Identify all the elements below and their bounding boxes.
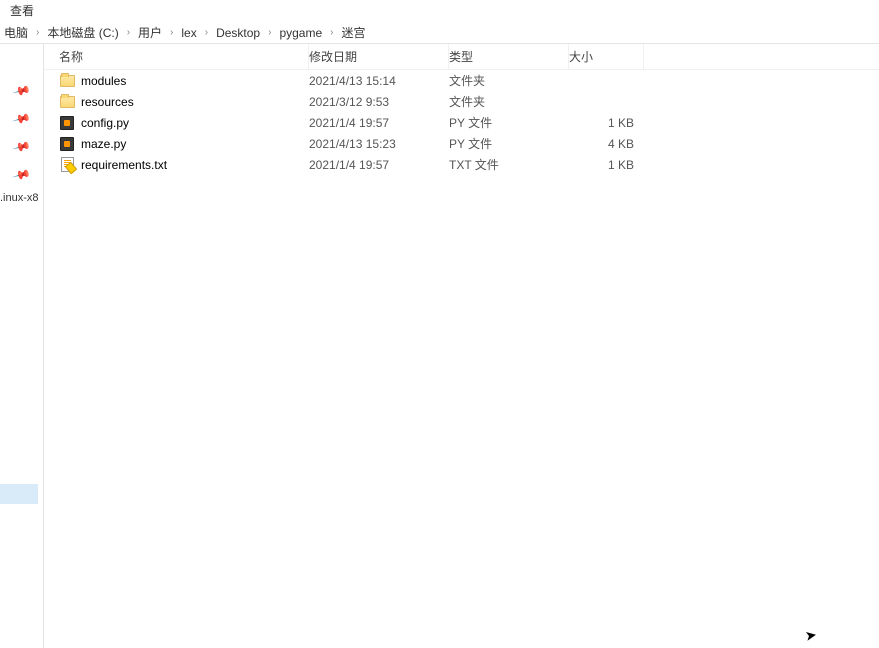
file-type: 文件夹	[449, 93, 569, 110]
python-file-icon	[59, 136, 75, 152]
pin-icon[interactable]: 📌	[12, 109, 32, 129]
pin-icon[interactable]: 📌	[12, 137, 32, 157]
chevron-right-icon[interactable]: ›	[166, 27, 177, 38]
breadcrumb-item[interactable]: lex	[177, 24, 200, 42]
breadcrumb-item[interactable]: 用户	[134, 22, 166, 43]
folder-icon	[59, 94, 75, 110]
chevron-right-icon[interactable]: ›	[326, 27, 337, 38]
chevron-right-icon[interactable]: ›	[32, 27, 43, 38]
file-row[interactable]: modules 2021/4/13 15:14 文件夹	[44, 70, 879, 91]
breadcrumb-item[interactable]: 电脑	[0, 22, 32, 43]
file-type: PY 文件	[449, 135, 569, 152]
file-type: 文件夹	[449, 72, 569, 89]
file-name: requirements.txt	[81, 158, 167, 172]
sidebar: 📌 📌 📌 📌 .inux-x8	[0, 44, 44, 648]
file-list: modules 2021/4/13 15:14 文件夹 resources 20…	[44, 70, 879, 648]
pin-icon[interactable]: 📌	[12, 81, 32, 101]
file-type: PY 文件	[449, 114, 569, 131]
file-date: 2021/4/13 15:23	[309, 137, 449, 151]
sidebar-item-truncated[interactable]: .inux-x8	[0, 192, 39, 204]
file-size: 4 KB	[569, 137, 644, 151]
file-name: config.py	[81, 116, 129, 130]
file-row[interactable]: resources 2021/3/12 9:53 文件夹	[44, 91, 879, 112]
chevron-right-icon[interactable]: ›	[201, 27, 212, 38]
file-date: 2021/1/4 19:57	[309, 116, 449, 130]
breadcrumb-item[interactable]: 本地磁盘 (C:)	[43, 22, 122, 43]
file-size: 1 KB	[569, 158, 644, 172]
file-row[interactable]: requirements.txt 2021/1/4 19:57 TXT 文件 1…	[44, 154, 879, 175]
column-header-name[interactable]: 名称	[44, 44, 309, 69]
file-name: modules	[81, 74, 126, 88]
python-file-icon	[59, 115, 75, 131]
file-date: 2021/1/4 19:57	[309, 158, 449, 172]
column-header-type[interactable]: 类型	[449, 44, 569, 69]
file-row[interactable]: config.py 2021/1/4 19:57 PY 文件 1 KB	[44, 112, 879, 133]
chevron-right-icon[interactable]: ›	[123, 27, 134, 38]
breadcrumb-item[interactable]: pygame	[275, 24, 326, 42]
main-area: 📌 📌 📌 📌 .inux-x8 名称 修改日期 类型 大小 modules 2…	[0, 44, 879, 648]
text-file-icon	[59, 157, 75, 173]
breadcrumb-item[interactable]: Desktop	[212, 24, 264, 42]
breadcrumb-item[interactable]: 迷宫	[338, 22, 370, 43]
ribbon-tab-view[interactable]: 查看	[0, 0, 44, 21]
file-row[interactable]: maze.py 2021/4/13 15:23 PY 文件 4 KB	[44, 133, 879, 154]
file-date: 2021/3/12 9:53	[309, 95, 449, 109]
file-date: 2021/4/13 15:14	[309, 74, 449, 88]
file-size: 1 KB	[569, 116, 644, 130]
file-list-area: 名称 修改日期 类型 大小 modules 2021/4/13 15:14 文件…	[44, 44, 879, 648]
file-name: maze.py	[81, 137, 126, 151]
file-type: TXT 文件	[449, 156, 569, 173]
folder-icon	[59, 73, 75, 89]
sidebar-item-selected[interactable]	[0, 484, 38, 504]
pin-icon[interactable]: 📌	[12, 165, 32, 185]
column-headers: 名称 修改日期 类型 大小	[44, 44, 879, 70]
file-name: resources	[81, 95, 134, 109]
column-header-date[interactable]: 修改日期	[309, 44, 449, 69]
breadcrumb: 电脑 › 本地磁盘 (C:) › 用户 › lex › Desktop › py…	[0, 22, 879, 44]
chevron-right-icon[interactable]: ›	[264, 27, 275, 38]
column-header-size[interactable]: 大小	[569, 44, 644, 69]
